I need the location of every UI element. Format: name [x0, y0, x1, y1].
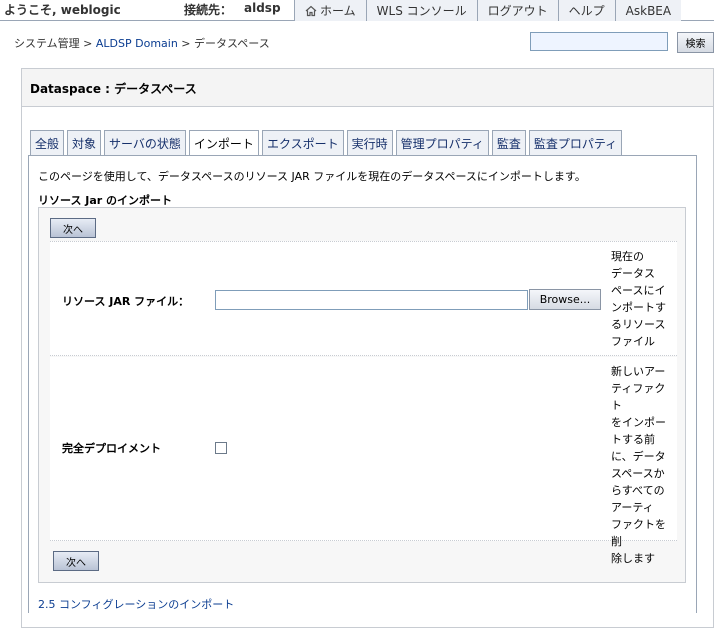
tab-import[interactable]: インポート: [188, 130, 259, 156]
nav-askbea[interactable]: AskBEA: [616, 0, 681, 21]
breadcrumb-domain-link[interactable]: ALDSP Domain: [96, 37, 178, 50]
full-deploy-help: 新しいアー ティファクト をインポー トする前 に、データ スペースか らすべて…: [611, 363, 675, 567]
help-line: スペースか: [611, 467, 665, 480]
help-line: データス: [611, 267, 655, 280]
nav-logout[interactable]: ログアウト: [478, 0, 559, 21]
breadcrumb-separator: >: [177, 37, 195, 50]
import-config-link[interactable]: 2.5 コンフィグレーションのインポート: [38, 596, 234, 612]
breadcrumb-current: データスペース: [194, 37, 270, 50]
help-line: トする前: [611, 433, 655, 446]
tab-export[interactable]: エクスポート: [261, 130, 344, 155]
tab-audit[interactable]: 監査: [491, 130, 526, 155]
help-line: アーティ: [611, 501, 654, 514]
full-deploy-row: 完全デプロイメント 新しいアー ティファクト をインポー トする前 に、データ …: [50, 357, 677, 565]
nav-askbea-label: AskBEA: [625, 3, 672, 18]
breadcrumb: システム管理 > ALDSP Domain > データスペース: [14, 35, 270, 51]
connect-label: 接続先：: [184, 3, 233, 17]
help-line: ンポートす: [611, 301, 666, 314]
resource-jar-row: リソース JAR ファイル： Browse... 現在の データス ペースにイ …: [50, 241, 677, 356]
help-line: ペースにイ: [611, 284, 666, 297]
nav-home-label: ホーム: [320, 4, 356, 18]
breadcrumb-system[interactable]: システム管理: [14, 37, 80, 50]
nav-wls-console-label: WLS コンソール: [376, 4, 467, 18]
search-input[interactable]: [530, 32, 668, 51]
panel-header: Dataspace : データスペース: [22, 69, 713, 107]
tab-server-status[interactable]: サーバの状態: [104, 130, 186, 155]
help-line: 現在の: [611, 250, 644, 263]
full-deploy-label: 完全デプロイメント: [62, 442, 161, 455]
help-line: るリソース: [611, 318, 666, 331]
tab-bar: 全般 対象 サーバの状態 インポート エクスポート 実行時 管理プロパティ 監査…: [30, 130, 625, 156]
next-button-bottom[interactable]: 次へ: [53, 551, 99, 571]
welcome-text: ようこそ, weblogic: [4, 3, 121, 17]
full-deploy-checkbox[interactable]: [215, 442, 227, 454]
help-line: をインポー: [611, 416, 666, 429]
nav-wls-console[interactable]: WLS コンソール: [367, 0, 478, 21]
help-line: らすべての: [611, 484, 665, 497]
help-line: 除します: [611, 552, 655, 565]
next-button-top[interactable]: 次へ: [50, 218, 96, 238]
top-nav: ホーム WLS コンソール ログアウト ヘルプ AskBEA: [294, 0, 682, 21]
connect-value: aldsp: [244, 1, 281, 15]
search-button[interactable]: 検索: [677, 32, 714, 53]
nav-help[interactable]: ヘルプ: [559, 0, 616, 21]
section-title: リソース Jar のインポート: [38, 194, 173, 207]
breadcrumb-separator: >: [79, 37, 96, 50]
resource-jar-input[interactable]: [215, 290, 528, 310]
tab-general[interactable]: 全般: [30, 130, 65, 155]
browse-button[interactable]: Browse...: [529, 289, 601, 310]
nav-logout-label: ログアウト: [487, 4, 548, 18]
help-line: に、データ: [611, 450, 666, 463]
intro-text: このページを使用して、データスペースのリソース JAR ファイルを現在のデータス…: [38, 170, 586, 183]
tab-audit-properties[interactable]: 監査プロパティ: [528, 130, 623, 155]
top-bar: ようこそ, weblogic 接続先： aldsp ホーム WLS コンソール …: [0, 0, 714, 21]
panel-title: Dataspace : データスペース: [30, 82, 197, 96]
resource-jar-label: リソース JAR ファイル：: [62, 295, 190, 308]
tab-targets[interactable]: 対象: [67, 130, 102, 155]
tab-admin-properties[interactable]: 管理プロパティ: [395, 130, 489, 155]
resource-jar-help: 現在の データス ペースにイ ンポートす るリソース ファイル: [611, 248, 675, 350]
help-line: ファクトを削: [611, 518, 666, 548]
help-line: 新しいアー: [611, 365, 666, 378]
home-icon: [305, 5, 317, 16]
help-line: ティファクト: [611, 382, 666, 412]
tab-runtime[interactable]: 実行時: [346, 130, 393, 155]
nav-help-label: ヘルプ: [568, 4, 605, 18]
help-line: ファイル: [611, 335, 655, 348]
nav-home[interactable]: ホーム: [295, 0, 367, 21]
